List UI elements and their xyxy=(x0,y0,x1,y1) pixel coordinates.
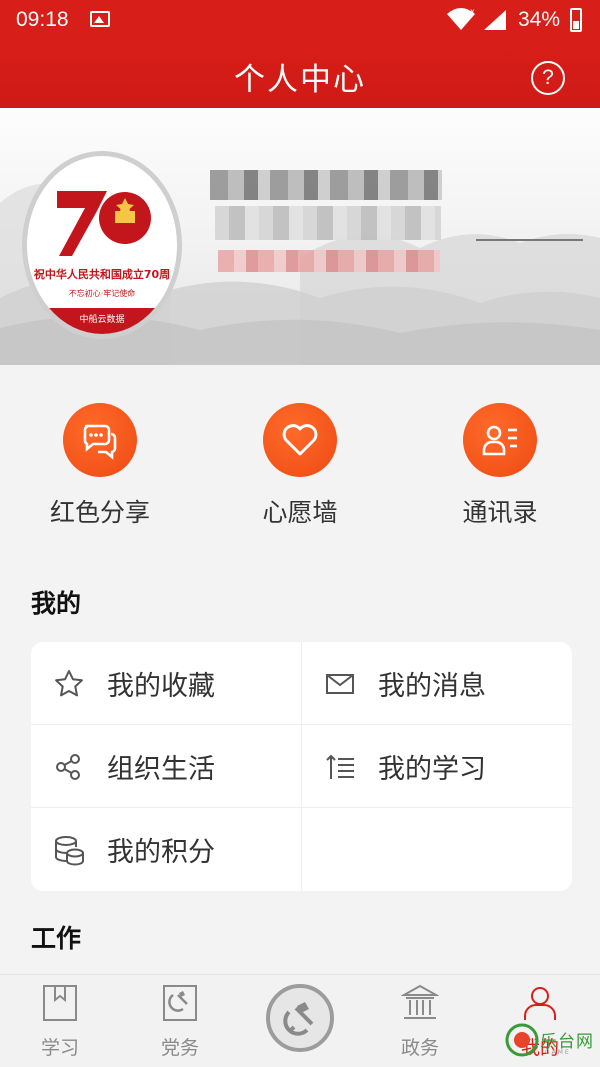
heart-icon xyxy=(263,403,337,477)
tab-government-affairs[interactable]: 政务 xyxy=(360,975,480,1067)
chat-bubbles-icon xyxy=(63,403,137,477)
image-notification-icon xyxy=(90,11,110,27)
party-emblem-box-icon xyxy=(163,985,197,1021)
menu-item-label: 我的消息 xyxy=(378,671,486,702)
government-building-icon xyxy=(401,984,439,1019)
tab-study[interactable]: 学习 xyxy=(0,975,120,1067)
cell-signal-icon xyxy=(484,10,506,30)
avatar-slogan: 不忘初心·牢记使命 xyxy=(68,289,136,298)
profile-banner: 祝中华人民共和国成立70周 不忘初心·牢记使命 中船云数据 xyxy=(0,108,600,365)
envelope-icon xyxy=(326,674,354,694)
battery-icon xyxy=(570,8,582,32)
menu-item-label: 组织生活 xyxy=(107,754,215,785)
menu-item-my-study[interactable]: 我的学习 xyxy=(302,725,572,808)
study-list-icon xyxy=(326,754,354,779)
title-bar: 个人中心 ? xyxy=(0,40,600,108)
avatar[interactable]: 祝中华人民共和国成立70周 不忘初心·牢记使命 中船云数据 xyxy=(22,151,182,339)
quick-action-label: 红色分享 xyxy=(49,498,150,527)
share-nodes-icon xyxy=(56,754,80,780)
menu-item-org-life[interactable]: 组织生活 xyxy=(31,725,301,808)
wifi-icon: x xyxy=(447,7,475,30)
user-tag-redacted xyxy=(218,250,440,272)
help-button[interactable]: ? xyxy=(531,61,565,95)
quick-action-wish-wall[interactable]: 心愿墙 xyxy=(200,403,400,533)
avatar-caption: 祝中华人民共和国成立70周 xyxy=(33,268,171,281)
quick-action-contacts[interactable]: 通讯录 xyxy=(400,403,600,533)
star-icon xyxy=(55,670,83,697)
coins-database-icon xyxy=(55,836,84,866)
menu-item-label: 我的积分 xyxy=(107,837,215,868)
tab-label: 政务 xyxy=(400,1037,439,1059)
svg-text:x: x xyxy=(470,7,475,16)
menu-item-my-messages[interactable]: 我的消息 xyxy=(302,642,572,725)
contacts-icon xyxy=(463,403,537,477)
section-title-work: 工作 xyxy=(31,924,82,953)
quick-action-label: 通讯录 xyxy=(462,498,538,527)
watermark-sub: GAME xyxy=(545,1049,571,1056)
menu-item-my-points[interactable]: 我的积分 xyxy=(31,808,301,891)
menu-item-label: 我的收藏 xyxy=(107,671,215,702)
tab-label: 党务 xyxy=(160,1037,199,1059)
menu-item-my-favorites[interactable]: 我的收藏 xyxy=(31,642,301,725)
page-title: 个人中心 xyxy=(234,62,366,98)
menu-item-label: 我的学习 xyxy=(378,754,486,785)
tab-party-affairs[interactable]: 党务 xyxy=(120,975,240,1067)
tab-party-emblem-home[interactable] xyxy=(266,984,334,1052)
quick-action-red-share[interactable]: 红色分享 xyxy=(0,403,200,533)
battery-percentage: 34% xyxy=(518,8,561,31)
status-bar: 09:18 x 34% xyxy=(0,0,600,40)
user-info-underline xyxy=(476,239,583,241)
party-emblem-icon xyxy=(283,1002,314,1036)
avatar-footer: 中船云数据 xyxy=(27,308,177,334)
user-org-redacted xyxy=(215,206,441,240)
quick-action-label: 心愿墙 xyxy=(262,498,338,527)
bookmark-book-icon xyxy=(43,985,77,1021)
tab-label: 学习 xyxy=(40,1037,79,1059)
quick-actions: 红色分享 心愿墙 通讯录 xyxy=(0,365,600,545)
my-menu-card: 我的收藏 我的消息 组织生活 我的学习 我的积分 xyxy=(31,642,572,891)
user-icon xyxy=(524,987,556,1020)
user-name-redacted xyxy=(210,170,442,200)
section-title-mine: 我的 xyxy=(31,589,82,618)
status-time: 09:18 xyxy=(16,8,69,31)
